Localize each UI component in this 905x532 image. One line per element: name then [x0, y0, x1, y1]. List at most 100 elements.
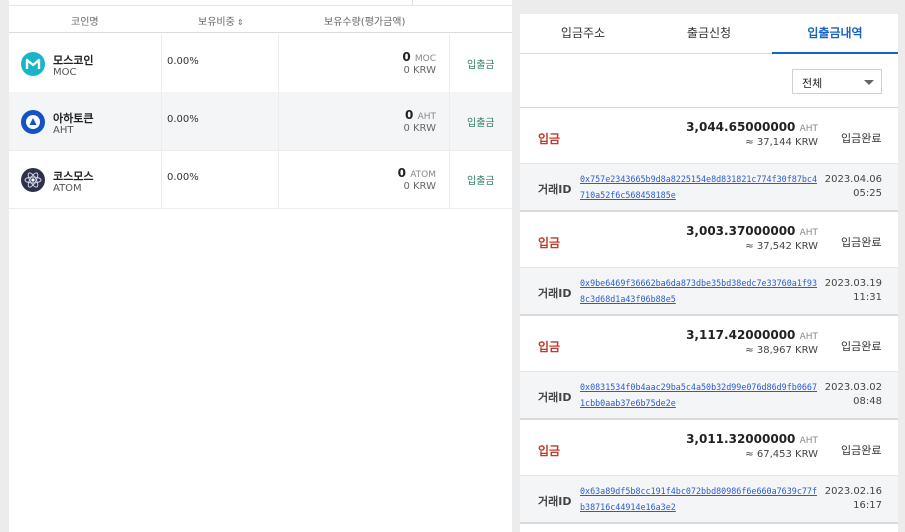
cell-divider — [278, 34, 279, 92]
transaction-krw: ≈ 67,453 KRW — [745, 449, 818, 460]
sort-icon: ⇕ — [236, 18, 244, 27]
transaction-amount: 3,044.65000000 AHT — [686, 120, 818, 134]
holding-krw: 0 KRW — [403, 181, 436, 192]
tab-transfer-history[interactable]: 입출금내역 — [772, 14, 898, 54]
transaction-amount: 3,011.32000000 AHT — [686, 432, 818, 446]
transaction-id-label: 거래ID — [538, 495, 572, 508]
column-coin-name: 코인명 — [71, 17, 99, 28]
coin-symbol: AHT — [53, 125, 74, 136]
transaction-date: 2023.02.16 — [824, 486, 882, 497]
holding-ratio: 0.00% — [167, 114, 199, 125]
transaction-type: 입금 — [538, 132, 561, 146]
transaction-detail: 거래ID 0x63a89df5b8cc191f4bc072bbd80986f6e… — [520, 476, 898, 524]
amount-value: 3,003.37000000 — [686, 224, 796, 238]
transaction-time: 05:25 — [853, 188, 882, 199]
transaction-date: 2023.03.02 — [824, 382, 882, 393]
transaction-amount: 3,117.42000000 AHT — [686, 328, 818, 342]
coin-symbol: ATOM — [53, 183, 82, 194]
amount-unit: AHT — [799, 228, 818, 238]
coin-name: 코스모스 — [53, 170, 94, 183]
transaction-id-label: 거래ID — [538, 391, 572, 404]
transaction-hash-link[interactable]: 0x63a89df5b8cc191f4bc072bbd80986f6e660a7… — [580, 483, 822, 515]
amount-unit: AHT — [799, 332, 818, 342]
transaction-hash-link[interactable]: 0x9be6469f36662ba6da873dbe35bd38edc7e337… — [580, 275, 822, 307]
holdings-panel: 코인명 보유비중 ⇕ 보유수량(평가금액) 모스코인 MOC 0.00% 0 MO… — [9, 0, 512, 532]
transaction-type: 입금 — [538, 236, 561, 250]
transaction-summary: 입금 3,044.65000000 AHT ≈ 37,144 KRW 입금완료 — [520, 108, 898, 164]
transaction-status: 입금완료 — [841, 236, 882, 249]
amount-value: 3,011.32000000 — [686, 432, 796, 446]
transaction-item: 입금 3,011.32000000 AHT ≈ 67,453 KRW 입금완료 … — [520, 420, 898, 524]
transaction-id-label: 거래ID — [538, 183, 572, 196]
holding-row[interactable]: 모스코인 MOC 0.00% 0 MOC 0 KRW 입출금 — [9, 34, 512, 93]
holdings-table-header: 코인명 보유비중 ⇕ 보유수량(평가금액) — [9, 6, 512, 33]
holding-row[interactable]: 코스모스 ATOM 0.00% 0 ATOM 0 KRW 입출금 — [9, 150, 512, 209]
transaction-hash-link[interactable]: 0x757e2343665b9d8a8225154e8d831821c774f3… — [580, 171, 822, 203]
amount-value: 3,044.65000000 — [686, 120, 796, 134]
qty-value: 0 — [405, 108, 414, 122]
transaction-datetime: 2023.03.19 11:31 — [825, 277, 882, 305]
transaction-type: 입금 — [538, 340, 561, 354]
holding-krw: 0 KRW — [403, 65, 436, 76]
krw-unit: KRW — [413, 123, 436, 134]
coin-name: 모스코인 — [53, 54, 94, 67]
cell-divider — [449, 150, 450, 208]
holding-qty: 0 MOC — [402, 50, 436, 64]
transaction-summary: 입금 3,011.32000000 AHT ≈ 67,453 KRW 입금완료 — [520, 420, 898, 476]
transaction-krw: ≈ 38,967 KRW — [745, 345, 818, 356]
transaction-krw: ≈ 37,542 KRW — [745, 241, 818, 252]
amount-value: 3,117.42000000 — [686, 328, 796, 342]
holding-row[interactable]: 아하토큰 AHT 0.00% 0 AHT 0 KRW 입출금 — [9, 92, 512, 151]
history-filter-select[interactable]: 전체 — [792, 69, 882, 94]
transaction-item: 입금 3,117.42000000 AHT ≈ 38,967 KRW 입금완료 … — [520, 316, 898, 420]
deposit-withdraw-link[interactable]: 입출금 — [467, 172, 495, 187]
transfer-tabs: 입금주소 출금신청 입출금내역 — [520, 14, 898, 54]
column-ratio-sort[interactable]: 보유비중 ⇕ — [198, 13, 244, 28]
qty-value: 0 — [402, 50, 411, 64]
holding-qty: 0 AHT — [405, 108, 436, 122]
deposit-withdraw-link[interactable]: 입출금 — [467, 114, 495, 129]
tab-withdraw-request[interactable]: 출금신청 — [646, 14, 772, 54]
transaction-summary: 입금 3,003.37000000 AHT ≈ 37,542 KRW 입금완료 — [520, 212, 898, 268]
transaction-krw: ≈ 37,144 KRW — [745, 137, 818, 148]
transaction-detail: 거래ID 0x757e2343665b9d8a8225154e8d831821c… — [520, 164, 898, 212]
holding-krw: 0 KRW — [403, 123, 436, 134]
krw-value: 0 — [403, 65, 410, 76]
qty-unit: ATOM — [410, 170, 436, 180]
moc-coin-icon — [21, 52, 45, 76]
amount-unit: AHT — [799, 436, 818, 446]
cell-divider — [449, 92, 450, 150]
column-ratio-label: 보유비중 — [198, 17, 235, 28]
krw-value: 0 — [403, 181, 410, 192]
column-amount: 보유수량(평가금액) — [324, 17, 406, 28]
amount-unit: AHT — [799, 124, 818, 134]
deposit-withdraw-link[interactable]: 입출금 — [467, 56, 495, 71]
krw-unit: KRW — [413, 181, 436, 192]
transaction-type: 입금 — [538, 444, 561, 458]
filter-selected-value: 전체 — [802, 77, 823, 90]
transaction-hash-link[interactable]: 0x0831534f0b4aac29ba5c4a50b32d99e076d86d… — [580, 379, 822, 411]
transfer-panel: 입금주소 출금신청 입출금내역 전체 입금 3,044.65000000 AHT… — [520, 14, 898, 532]
transaction-date: 2023.04.06 — [824, 174, 882, 185]
transaction-datetime: 2023.02.16 16:17 — [825, 485, 882, 513]
qty-value: 0 — [397, 166, 406, 180]
transaction-detail: 거래ID 0x9be6469f36662ba6da873dbe35bd38edc… — [520, 268, 898, 316]
qty-unit: AHT — [417, 112, 436, 122]
transaction-date: 2023.03.19 — [824, 278, 882, 289]
transaction-item: 입금 3,044.65000000 AHT ≈ 37,144 KRW 입금완료 … — [520, 108, 898, 212]
cell-divider — [161, 92, 162, 150]
transaction-item: 입금 3,003.37000000 AHT ≈ 37,542 KRW 입금완료 … — [520, 212, 898, 316]
transaction-time: 11:31 — [853, 292, 882, 303]
holding-ratio: 0.00% — [167, 172, 199, 183]
transaction-detail: 거래ID 0x0831534f0b4aac29ba5c4a50b32d99e07… — [520, 372, 898, 420]
aht-token-icon — [21, 110, 45, 134]
transaction-time: 08:48 — [853, 396, 882, 407]
tab-deposit-address[interactable]: 입금주소 — [520, 14, 646, 54]
holding-ratio: 0.00% — [167, 56, 199, 67]
transaction-datetime: 2023.04.06 05:25 — [825, 173, 882, 201]
chevron-down-icon — [864, 80, 874, 85]
cell-divider — [449, 34, 450, 92]
transaction-status: 입금완료 — [841, 340, 882, 353]
transaction-time: 16:17 — [853, 500, 882, 511]
transaction-summary: 입금 3,117.42000000 AHT ≈ 38,967 KRW 입금완료 — [520, 316, 898, 372]
